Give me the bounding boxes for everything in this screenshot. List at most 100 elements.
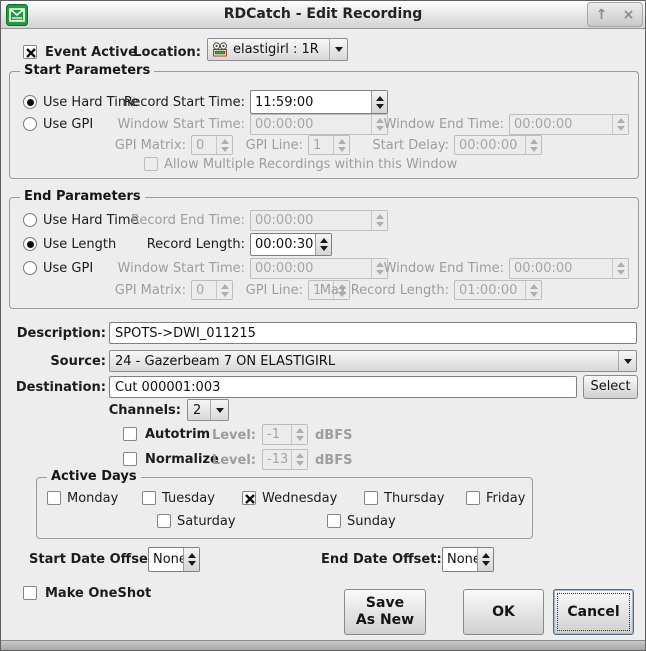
source-dropdown-arrow-icon[interactable] bbox=[618, 351, 636, 371]
record-start-time-label: Record Start Time: bbox=[115, 95, 245, 110]
start-date-offset-spin-arrows[interactable] bbox=[183, 548, 199, 571]
normalize-level-spinbox: -13 bbox=[262, 449, 308, 470]
start-delay-spinbox: 00:00:00 bbox=[454, 135, 542, 155]
max-record-length-spinbox: 01:00:00 bbox=[454, 280, 542, 300]
wednesday-checkbox[interactable] bbox=[242, 491, 256, 505]
save-as-new-button[interactable]: Save As New bbox=[344, 589, 426, 635]
channels-dropdown-arrow-icon[interactable] bbox=[210, 400, 228, 420]
start-window-end-time-label: Window End Time: bbox=[366, 117, 504, 132]
autotrim-checkbox[interactable] bbox=[123, 427, 137, 441]
location-label: Location: bbox=[121, 45, 201, 60]
window-frame-bottom bbox=[1, 640, 645, 650]
start-window-start-time-value: 00:00:00 bbox=[251, 116, 371, 133]
record-end-time-value: 00:00:00 bbox=[251, 212, 371, 229]
spin-arrows bbox=[333, 136, 349, 154]
start-parameters-title: Start Parameters bbox=[20, 63, 154, 78]
cancel-button[interactable]: Cancel bbox=[553, 589, 634, 635]
thursday-checkbox[interactable] bbox=[364, 491, 378, 505]
location-value: elastigirl : 1R bbox=[228, 42, 329, 57]
tuesday-label: Tuesday bbox=[162, 491, 215, 506]
start-use-gpi-label: Use GPI bbox=[43, 117, 93, 132]
monday-checkbox[interactable] bbox=[47, 491, 61, 505]
spin-arrows bbox=[216, 281, 232, 299]
normalize-checkbox[interactable] bbox=[123, 452, 137, 466]
max-record-length-label: Max Record Length: bbox=[311, 283, 449, 298]
tuesday-checkbox[interactable] bbox=[142, 491, 156, 505]
sunday-checkbox[interactable] bbox=[327, 514, 341, 528]
start-gpi-matrix-value: 0 bbox=[192, 137, 216, 154]
start-gpi-matrix-spinbox: 0 bbox=[191, 135, 233, 155]
destination-select-button[interactable]: Select bbox=[583, 375, 638, 399]
sunday-label: Sunday bbox=[347, 514, 396, 529]
spin-arrows bbox=[216, 136, 232, 154]
spin-arrows bbox=[291, 425, 307, 444]
record-start-time-spinbox[interactable]: 11:59:00 bbox=[250, 90, 388, 114]
start-date-offset-spinbox[interactable]: None bbox=[148, 547, 200, 572]
friday-checkbox[interactable] bbox=[466, 491, 480, 505]
autotrim-level-spinbox: -1 bbox=[262, 424, 308, 445]
ok-button[interactable]: OK bbox=[463, 589, 544, 635]
start-date-offset-value: None bbox=[149, 551, 183, 568]
start-window-end-time-spinbox: 00:00:00 bbox=[509, 114, 629, 135]
max-record-length-value: 01:00:00 bbox=[455, 282, 525, 299]
normalize-level-label: Level: bbox=[191, 453, 256, 468]
active-days-title: Active Days bbox=[47, 469, 141, 484]
window-titlebar[interactable]: RDCatch - Edit Recording ↑ × bbox=[1, 1, 645, 29]
description-input[interactable] bbox=[109, 322, 637, 344]
end-use-length-label: Use Length bbox=[43, 237, 116, 252]
location-combobox[interactable]: elastigirl : 1R bbox=[207, 38, 348, 61]
end-gpi-matrix-label: GPI Matrix: bbox=[96, 283, 186, 298]
end-date-offset-spinbox[interactable]: None bbox=[442, 547, 494, 572]
normalize-level-value: -13 bbox=[263, 451, 291, 468]
cassette-icon bbox=[212, 42, 228, 58]
record-start-time-value: 11:59:00 bbox=[251, 94, 371, 111]
close-icon[interactable]: × bbox=[623, 8, 635, 22]
record-end-time-spinbox: 00:00:00 bbox=[250, 210, 388, 231]
channels-value: 2 bbox=[188, 403, 210, 418]
event-active-checkbox[interactable] bbox=[23, 45, 37, 59]
end-gpi-line-label: GPI Line: bbox=[238, 283, 303, 298]
record-end-time-label: Record End Time: bbox=[105, 213, 245, 228]
destination-input[interactable] bbox=[109, 376, 577, 398]
shade-icon[interactable]: ↑ bbox=[596, 8, 608, 22]
spin-arrows bbox=[612, 259, 628, 278]
end-use-gpi-radio[interactable] bbox=[23, 261, 37, 275]
end-use-gpi-label: Use GPI bbox=[43, 261, 93, 276]
location-dropdown-arrow-icon[interactable] bbox=[329, 39, 347, 60]
edit-recording-dialog: RDCatch - Edit Recording ↑ × Event Activ… bbox=[0, 0, 646, 651]
autotrim-level-label: Level: bbox=[191, 428, 256, 443]
channels-combobox[interactable]: 2 bbox=[187, 399, 229, 421]
record-length-label: Record Length: bbox=[115, 237, 245, 252]
source-label: Source: bbox=[9, 354, 106, 369]
saturday-checkbox[interactable] bbox=[157, 514, 171, 528]
end-window-end-time-spinbox: 00:00:00 bbox=[509, 258, 629, 279]
autotrim-level-value: -1 bbox=[263, 426, 291, 443]
end-window-start-time-label: Window Start Time: bbox=[105, 261, 245, 276]
record-length-spin-arrows[interactable] bbox=[315, 234, 331, 255]
source-combobox[interactable]: 24 - Gazerbeam 7 ON ELASTIGIRL bbox=[109, 350, 637, 372]
record-length-spinbox[interactable]: 00:00:30 bbox=[250, 233, 332, 256]
end-window-start-time-value: 00:00:00 bbox=[251, 260, 371, 277]
destination-label: Destination: bbox=[9, 380, 106, 395]
allow-multiple-recordings-checkbox bbox=[144, 157, 158, 171]
make-oneshot-checkbox[interactable] bbox=[23, 586, 37, 600]
start-gpi-line-label: GPI Line: bbox=[238, 138, 303, 153]
window-title: RDCatch - Edit Recording bbox=[1, 1, 645, 28]
end-gpi-matrix-spinbox: 0 bbox=[191, 280, 233, 300]
autotrim-unit-label: dBFS bbox=[315, 428, 352, 443]
start-use-hard-time-radio[interactable] bbox=[23, 95, 37, 109]
end-date-offset-value: None bbox=[443, 551, 477, 568]
source-value: 24 - Gazerbeam 7 ON ELASTIGIRL bbox=[110, 354, 618, 369]
start-use-gpi-radio[interactable] bbox=[23, 117, 37, 131]
record-start-time-spin-arrows[interactable] bbox=[371, 91, 387, 113]
start-gpi-matrix-label: GPI Matrix: bbox=[96, 138, 186, 153]
start-gpi-line-spinbox: 1 bbox=[308, 135, 350, 155]
start-gpi-line-value: 1 bbox=[309, 137, 333, 154]
allow-multiple-recordings-label: Allow Multiple Recordings within this Wi… bbox=[164, 157, 457, 172]
end-use-hard-time-radio[interactable] bbox=[23, 213, 37, 227]
end-use-length-radio[interactable] bbox=[23, 237, 37, 251]
monday-label: Monday bbox=[67, 491, 118, 506]
friday-label: Friday bbox=[486, 491, 525, 506]
end-date-offset-spin-arrows[interactable] bbox=[477, 548, 493, 571]
end-window-end-time-label: Window End Time: bbox=[366, 261, 504, 276]
